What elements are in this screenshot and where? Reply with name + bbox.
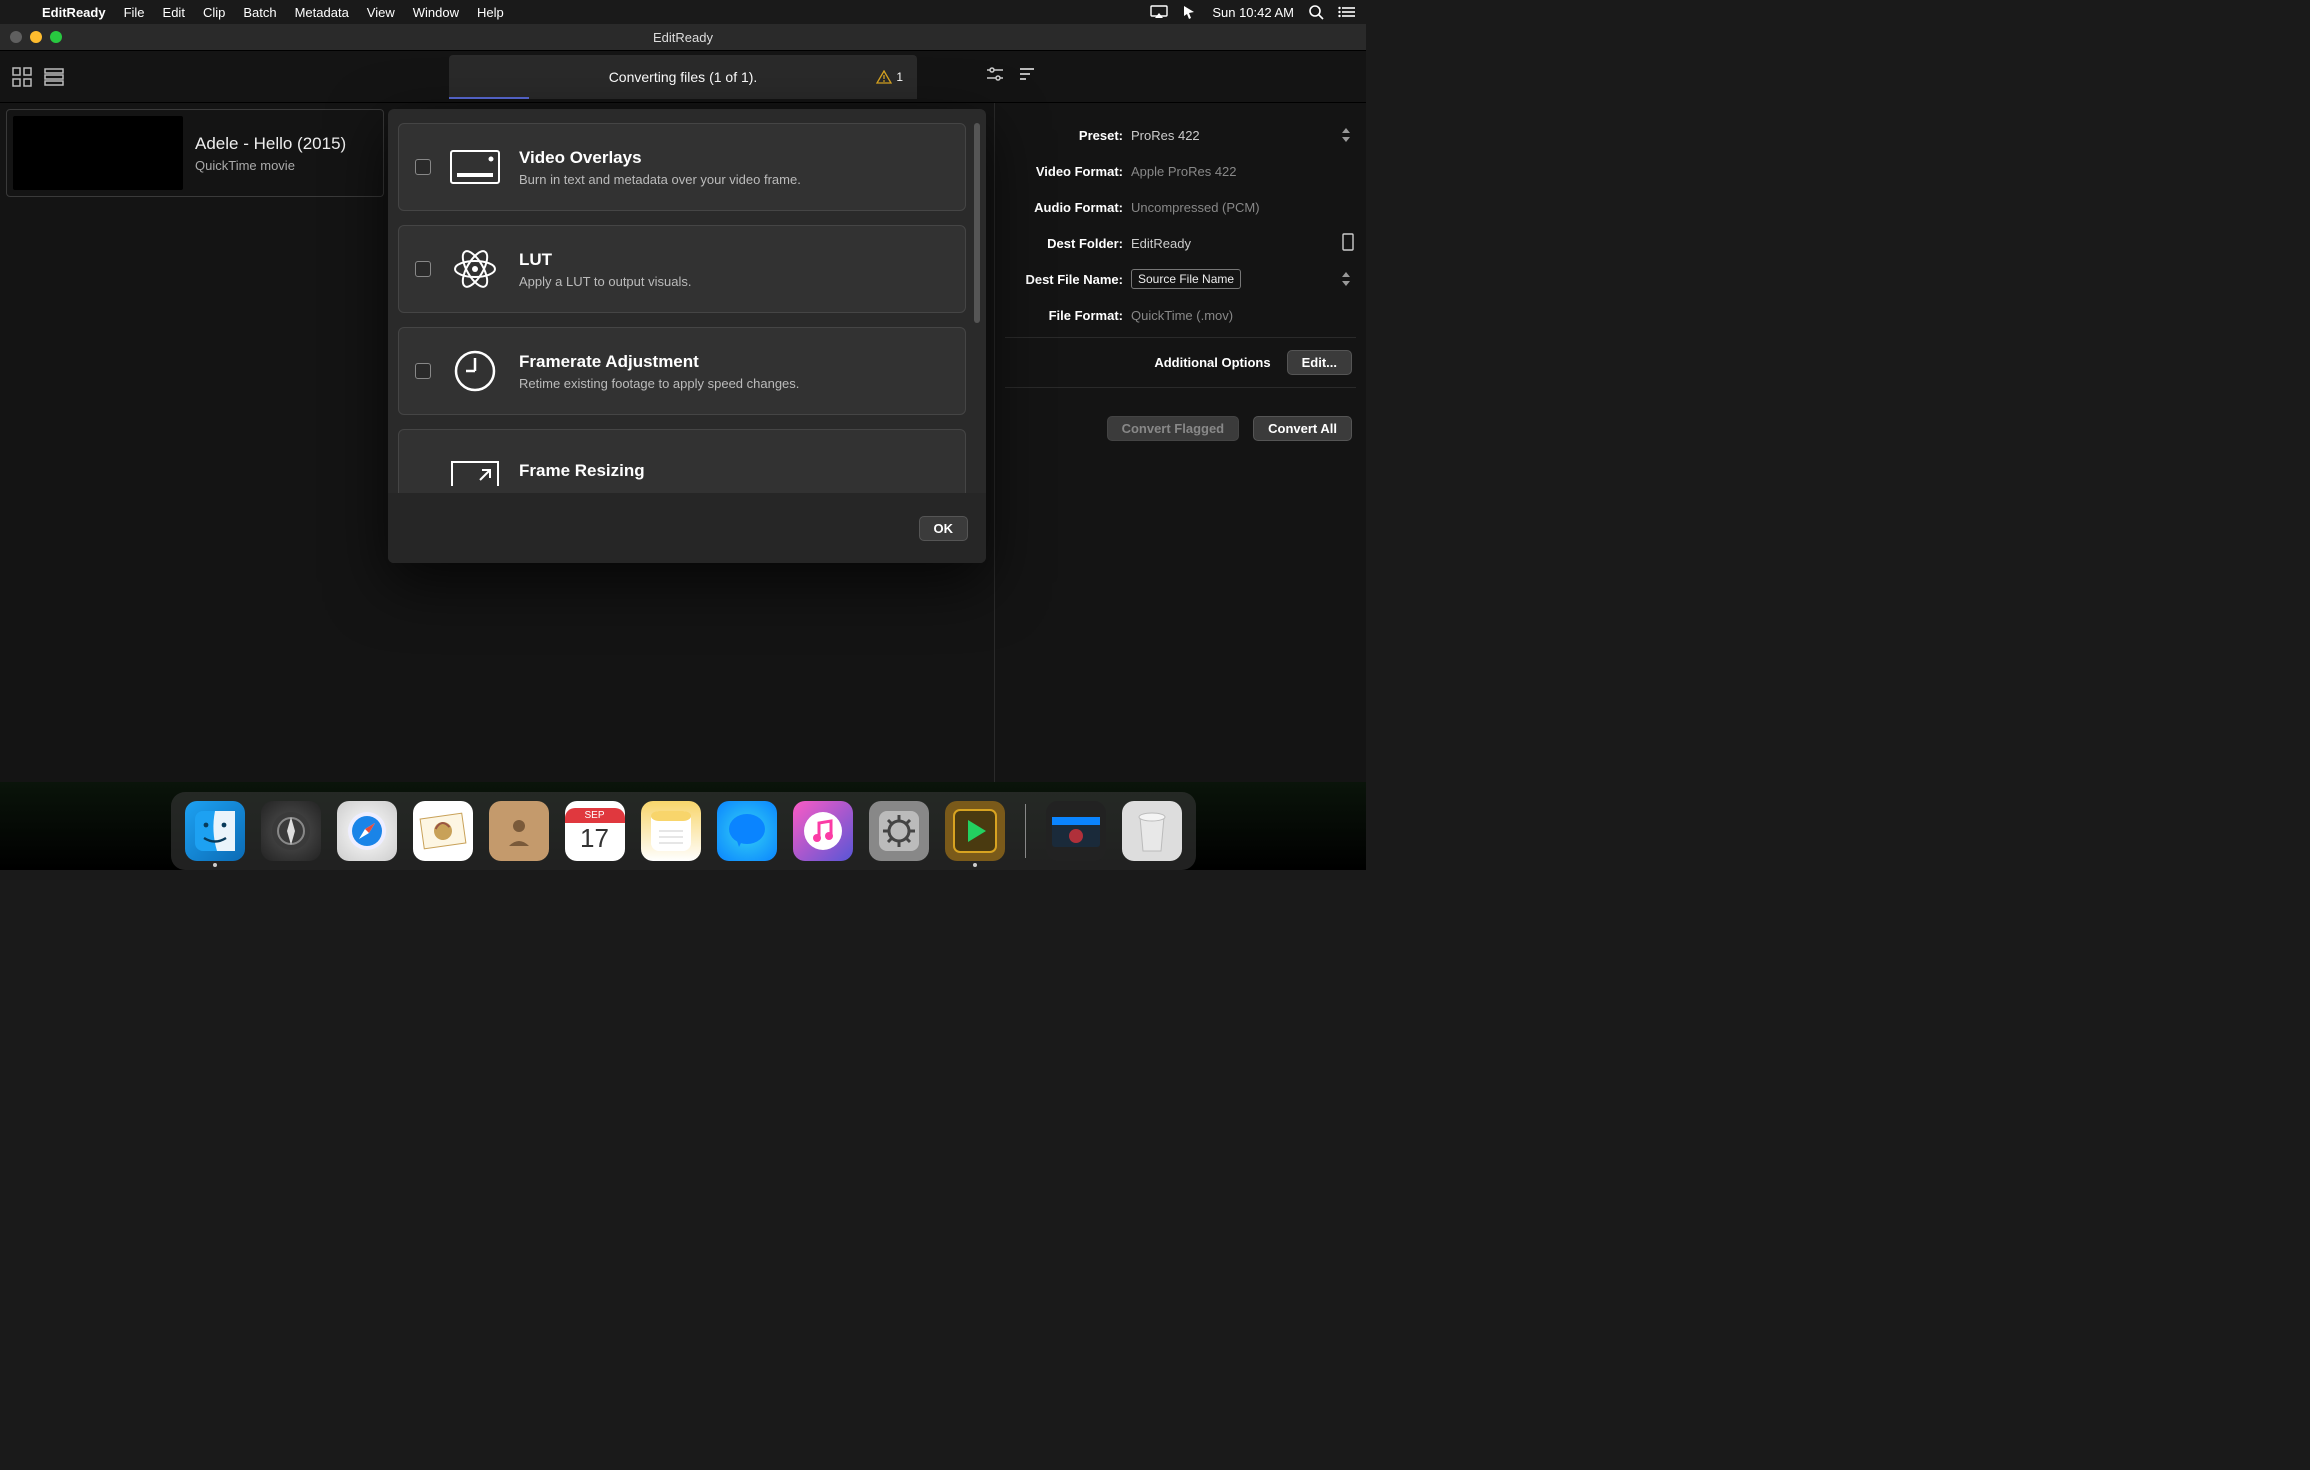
modal-ok-button[interactable]: OK bbox=[919, 516, 969, 541]
progress-tab[interactable]: Converting files (1 of 1). 1 bbox=[449, 55, 917, 99]
dock-calendar-month: SEP bbox=[565, 808, 625, 823]
dock: SEP 17 bbox=[171, 792, 1196, 870]
additional-options-row: Additional Options Edit... bbox=[1005, 337, 1356, 388]
dock-contacts-icon[interactable] bbox=[489, 801, 549, 861]
dock-trash-icon[interactable] bbox=[1122, 801, 1182, 861]
dock-messages-icon[interactable] bbox=[717, 801, 777, 861]
menu-clip[interactable]: Clip bbox=[203, 5, 225, 20]
option-title: Video Overlays bbox=[519, 148, 801, 168]
option-framerate-checkbox[interactable] bbox=[415, 363, 431, 379]
preset-select[interactable]: ProRes 422 bbox=[1131, 128, 1356, 143]
dest-folder-value[interactable]: EditReady bbox=[1131, 233, 1356, 254]
menubar-list-icon[interactable] bbox=[1338, 5, 1356, 19]
progress-label: Converting files (1 of 1). bbox=[609, 69, 758, 85]
menu-batch[interactable]: Batch bbox=[243, 5, 276, 20]
menu-file[interactable]: File bbox=[124, 5, 145, 20]
resize-icon bbox=[449, 450, 501, 493]
lut-icon bbox=[449, 246, 501, 292]
clock-icon bbox=[449, 348, 501, 394]
window-titlebar: EditReady bbox=[0, 24, 1366, 51]
clip-item[interactable]: Adele - Hello (2015) QuickTime movie bbox=[6, 109, 384, 197]
convert-all-button[interactable]: Convert All bbox=[1253, 416, 1352, 441]
progress-warning-count: 1 bbox=[896, 70, 903, 84]
clip-title: Adele - Hello (2015) bbox=[195, 134, 346, 154]
app-menu[interactable]: EditReady bbox=[42, 5, 106, 20]
option-title: Framerate Adjustment bbox=[519, 352, 799, 372]
clip-subtitle: QuickTime movie bbox=[195, 158, 346, 173]
dock-separator bbox=[1025, 804, 1026, 858]
convert-flagged-button[interactable]: Convert Flagged bbox=[1107, 416, 1240, 441]
option-desc: Apply a LUT to output visuals. bbox=[519, 274, 691, 289]
dock-safari-icon[interactable] bbox=[337, 801, 397, 861]
audio-format-value[interactable]: Uncompressed (PCM) bbox=[1131, 200, 1356, 215]
stepper-icon bbox=[1342, 127, 1352, 143]
dest-file-name-label: Dest File Name: bbox=[1005, 272, 1131, 287]
window-title: EditReady bbox=[0, 30, 1366, 45]
edit-options-button[interactable]: Edit... bbox=[1287, 350, 1352, 375]
dest-file-name-token[interactable]: Source File Name bbox=[1131, 269, 1241, 289]
dock-app-icon[interactable] bbox=[1046, 801, 1106, 861]
dock-system-preferences-icon[interactable] bbox=[869, 801, 929, 861]
file-format-value[interactable]: QuickTime (.mov) bbox=[1131, 308, 1356, 323]
grid-view-icon[interactable] bbox=[12, 67, 32, 87]
dock-finder-icon[interactable] bbox=[185, 801, 245, 861]
clip-thumbnail bbox=[13, 116, 183, 190]
dest-folder-label: Dest Folder: bbox=[1005, 236, 1131, 251]
dock-mail-icon[interactable] bbox=[413, 801, 473, 861]
screen-mirroring-icon[interactable] bbox=[1150, 5, 1168, 19]
additional-options-label: Additional Options bbox=[1154, 355, 1270, 370]
settings-sliders-icon[interactable] bbox=[986, 65, 1004, 88]
video-format-value[interactable]: Apple ProRes 422 bbox=[1131, 164, 1356, 179]
menu-window[interactable]: Window bbox=[413, 5, 459, 20]
dock-notes-icon[interactable] bbox=[641, 801, 701, 861]
option-lut[interactable]: LUT Apply a LUT to output visuals. bbox=[398, 225, 966, 313]
progress-warning-badge[interactable]: 1 bbox=[876, 70, 903, 84]
desktop-background: SEP 17 bbox=[0, 782, 1366, 870]
option-frame-resizing[interactable]: Frame Resizing bbox=[398, 429, 966, 493]
menu-help[interactable]: Help bbox=[477, 5, 504, 20]
sort-icon[interactable] bbox=[1018, 65, 1036, 88]
modal-scrollbar[interactable] bbox=[974, 123, 980, 323]
dock-launchpad-icon[interactable] bbox=[261, 801, 321, 861]
option-lut-checkbox[interactable] bbox=[415, 261, 431, 277]
clip-list: Adele - Hello (2015) QuickTime movie bbox=[0, 103, 390, 782]
video-format-label: Video Format: bbox=[1005, 164, 1131, 179]
option-title: Frame Resizing bbox=[519, 461, 645, 481]
option-video-overlays[interactable]: Video Overlays Burn in text and metadata… bbox=[398, 123, 966, 211]
audio-format-label: Audio Format: bbox=[1005, 200, 1131, 215]
menu-view[interactable]: View bbox=[367, 5, 395, 20]
dock-editready-icon[interactable] bbox=[945, 801, 1005, 861]
choose-folder-icon[interactable] bbox=[1340, 233, 1356, 254]
list-view-icon[interactable] bbox=[44, 67, 64, 87]
dock-calendar-day: 17 bbox=[580, 823, 609, 854]
menu-edit[interactable]: Edit bbox=[163, 5, 185, 20]
stepper-icon bbox=[1342, 271, 1352, 287]
macos-menubar: EditReady File Edit Clip Batch Metadata … bbox=[0, 0, 1366, 24]
option-desc: Burn in text and metadata over your vide… bbox=[519, 172, 801, 187]
option-desc: Retime existing footage to apply speed c… bbox=[519, 376, 799, 391]
file-format-label: File Format: bbox=[1005, 308, 1131, 323]
toolbar: Converting files (1 of 1). 1 bbox=[0, 51, 1366, 103]
option-framerate[interactable]: Framerate Adjustment Retime existing foo… bbox=[398, 327, 966, 415]
overlay-icon bbox=[449, 144, 501, 190]
option-title: LUT bbox=[519, 250, 691, 270]
right-settings-panel: Preset: ProRes 422 Video Format: Apple P… bbox=[994, 103, 1366, 782]
option-video-overlays-checkbox[interactable] bbox=[415, 159, 431, 175]
preset-label: Preset: bbox=[1005, 128, 1131, 143]
spotlight-icon[interactable] bbox=[1308, 4, 1324, 20]
menu-metadata[interactable]: Metadata bbox=[295, 5, 349, 20]
menubar-clock[interactable]: Sun 10:42 AM bbox=[1212, 5, 1294, 20]
dock-music-icon[interactable] bbox=[793, 801, 853, 861]
additional-options-modal: Video Overlays Burn in text and metadata… bbox=[388, 109, 986, 563]
dest-file-name-value[interactable]: Source File Name bbox=[1131, 269, 1356, 289]
dock-calendar-icon[interactable]: SEP 17 bbox=[565, 801, 625, 861]
status-pointer-icon[interactable] bbox=[1182, 4, 1198, 20]
